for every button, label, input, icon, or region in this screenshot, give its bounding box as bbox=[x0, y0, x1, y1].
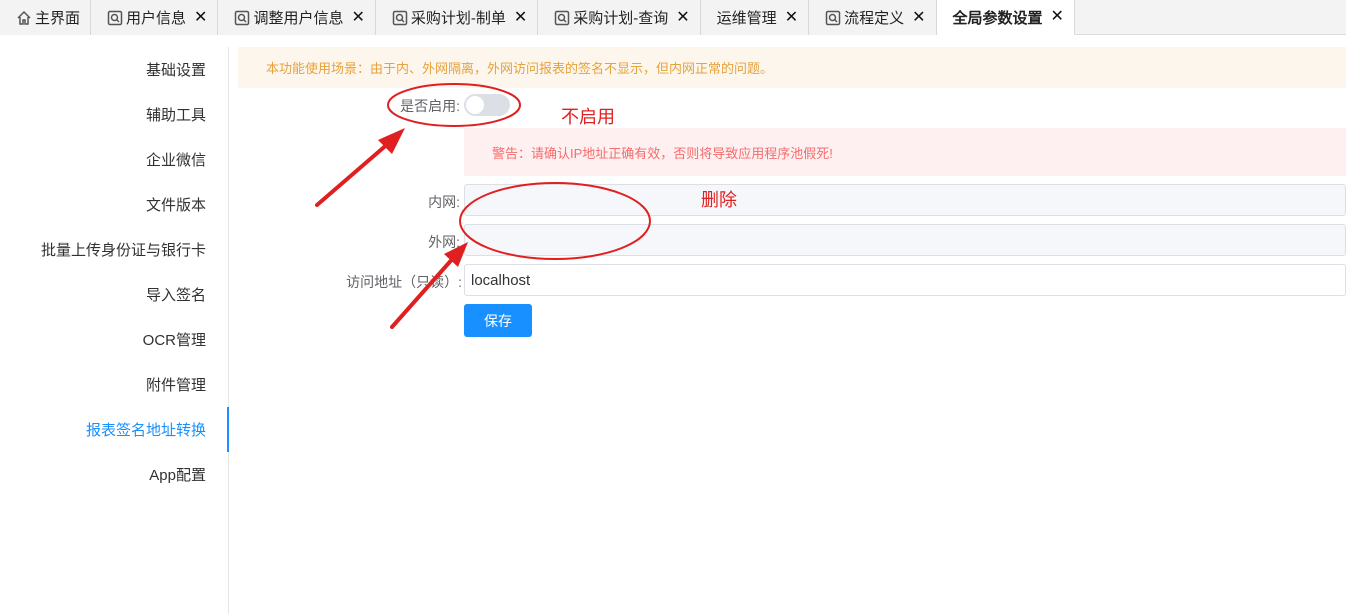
close-icon[interactable]: ✕ bbox=[514, 9, 527, 26]
tab-label: 用户信息 bbox=[126, 10, 187, 27]
close-icon[interactable]: ✕ bbox=[1051, 9, 1064, 25]
info-notice: 本功能使用场景：由于内、外网隔离，外网访问报表的签名不显示，但内网正常的问题。 bbox=[238, 47, 1346, 88]
extranet-label: 外网: bbox=[428, 234, 460, 250]
tab-process-definition[interactable]: 流程定义 ✕ bbox=[809, 0, 937, 35]
tab-label: 调整用户信息 bbox=[253, 10, 344, 27]
tab-bar: 主界面 用户信息 ✕ 调整用户信息 ✕ 采购计划-制单 ✕ 采购计划-查询 ✕ … bbox=[0, 0, 1346, 35]
tab-label: 采购计划-制单 bbox=[410, 10, 506, 27]
settings-sidebar: 基础设置 辅助工具 企业微信 文件版本 批量上传身份证与银行卡 导入签名 OCR… bbox=[0, 47, 229, 614]
sidebar-item-report-signature-address[interactable]: 报表签名地址转换 bbox=[0, 407, 229, 452]
close-icon[interactable]: ✕ bbox=[785, 9, 798, 26]
search-doc-icon bbox=[234, 10, 250, 26]
tab-ops-management[interactable]: 运维管理 ✕ bbox=[700, 0, 810, 35]
search-doc-icon bbox=[392, 10, 408, 26]
tab-user-info[interactable]: 用户信息 ✕ bbox=[91, 0, 219, 35]
search-doc-icon bbox=[107, 10, 123, 26]
sidebar-item-app-config[interactable]: App配置 bbox=[0, 452, 228, 497]
annotation-disable-note: 不启用 bbox=[561, 107, 615, 127]
tab-purchase-plan-query[interactable]: 采购计划-查询 ✕ bbox=[538, 0, 701, 35]
main-panel: 本功能使用场景：由于内、外网隔离，外网访问报表的签名不显示，但内网正常的问题。 bbox=[238, 47, 1346, 88]
sidebar-item-ocr[interactable]: OCR管理 bbox=[0, 317, 228, 362]
close-icon[interactable]: ✕ bbox=[912, 9, 925, 26]
sidebar-item-aux-tools[interactable]: 辅助工具 bbox=[0, 92, 228, 137]
tab-label: 运维管理 bbox=[716, 10, 777, 27]
sidebar-item-attachments[interactable]: 附件管理 bbox=[0, 362, 228, 407]
sidebar-item-import-signature[interactable]: 导入签名 bbox=[0, 272, 228, 317]
sidebar-item-wecom[interactable]: 企业微信 bbox=[0, 137, 228, 182]
access-address-label: 访问地址（只读）: bbox=[346, 274, 462, 290]
enable-switch[interactable] bbox=[464, 94, 510, 116]
tab-global-params[interactable]: 全局参数设置 ✕ bbox=[936, 0, 1075, 35]
tab-adjust-user-info[interactable]: 调整用户信息 ✕ bbox=[218, 0, 376, 35]
tab-home[interactable]: 主界面 bbox=[0, 0, 92, 35]
close-icon[interactable]: ✕ bbox=[351, 9, 364, 26]
close-icon[interactable]: ✕ bbox=[194, 9, 207, 26]
sidebar-item-file-version[interactable]: 文件版本 bbox=[0, 182, 228, 227]
warning-alert: 警告：请确认IP地址正确有效，否则将导致应用程序池假死! bbox=[464, 128, 1346, 176]
close-icon[interactable]: ✕ bbox=[676, 9, 689, 26]
search-doc-icon bbox=[825, 10, 841, 26]
extranet-input[interactable] bbox=[464, 224, 1346, 256]
tab-label: 全局参数设置 bbox=[952, 9, 1043, 27]
search-doc-icon bbox=[554, 10, 570, 26]
sidebar-item-batch-upload[interactable]: 批量上传身份证与银行卡 bbox=[0, 227, 228, 272]
switch-knob bbox=[466, 96, 484, 114]
tab-label: 采购计划-查询 bbox=[573, 10, 669, 27]
save-button[interactable]: 保存 bbox=[464, 304, 532, 337]
annotation-delete-note: 删除 bbox=[701, 190, 737, 210]
home-icon bbox=[16, 10, 32, 26]
tab-label: 主界面 bbox=[35, 10, 81, 27]
intranet-label: 内网: bbox=[428, 194, 460, 210]
sidebar-item-basic-settings[interactable]: 基础设置 bbox=[0, 47, 228, 92]
access-address-input[interactable]: localhost bbox=[464, 264, 1346, 296]
enable-label: 是否启用: bbox=[400, 98, 460, 114]
intranet-input[interactable] bbox=[464, 184, 1346, 216]
tab-purchase-plan-create[interactable]: 采购计划-制单 ✕ bbox=[375, 0, 539, 35]
tab-label: 流程定义 bbox=[844, 10, 905, 27]
